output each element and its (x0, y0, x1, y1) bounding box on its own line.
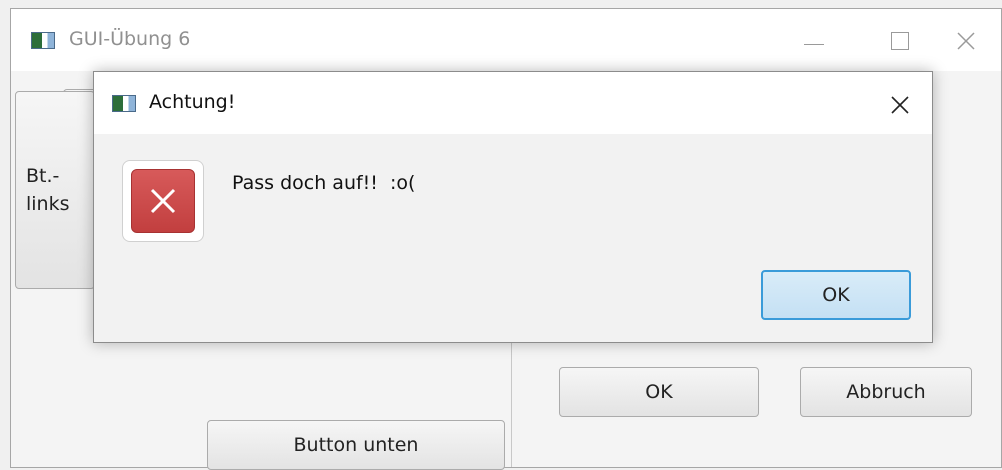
maximize-button[interactable] (877, 21, 923, 61)
close-icon (891, 96, 909, 114)
dialog-app-icon (112, 95, 136, 112)
cross-icon (150, 188, 176, 214)
close-icon (957, 32, 975, 50)
dialog-message: Pass doch auf!! :o( (232, 172, 416, 194)
close-button[interactable] (943, 21, 989, 61)
dialog-ok-button[interactable]: OK (761, 270, 911, 320)
cancel-button[interactable]: Abbruch (800, 367, 972, 417)
main-titlebar[interactable]: GUI-Übung 6 (11, 9, 1001, 71)
dialog-titlebar[interactable]: Achtung! (94, 72, 932, 134)
minimize-icon (804, 43, 824, 45)
alert-dialog: Achtung! Pass doch auf!! :o( OK (93, 71, 933, 343)
button-unten[interactable]: Button unten (207, 420, 505, 470)
error-icon (131, 169, 195, 233)
dialog-title: Achtung! (149, 91, 236, 113)
button-links[interactable]: Bt.- links (15, 91, 95, 289)
error-icon-frame (122, 160, 204, 242)
ok-button[interactable]: OK (559, 367, 759, 417)
minimize-button[interactable] (791, 21, 837, 61)
maximize-icon (891, 32, 909, 50)
app-icon (31, 32, 55, 49)
dialog-close-button[interactable] (880, 86, 920, 124)
window-title: GUI-Übung 6 (69, 28, 191, 50)
